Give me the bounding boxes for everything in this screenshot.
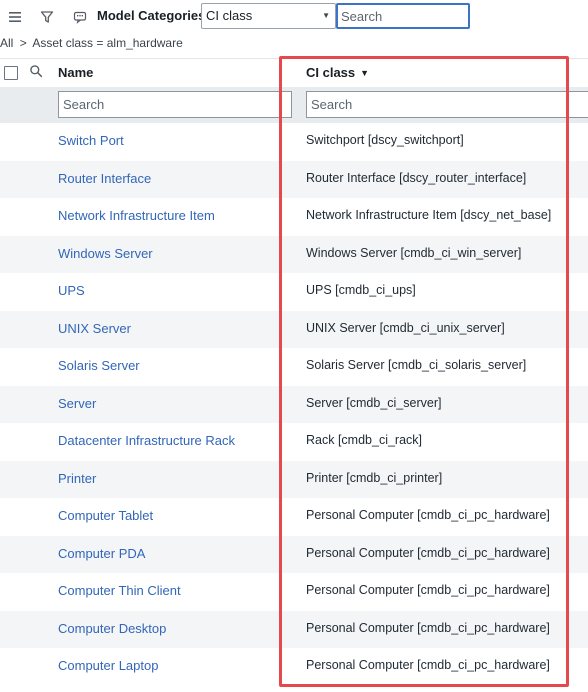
- column-header-name-label: Name: [58, 65, 94, 80]
- filter-icon[interactable]: [37, 7, 57, 27]
- row-ci-class-cell: Rack [cmdb_ci_rack]: [306, 433, 423, 447]
- table-row: Router Interface Router Interface [dscy_r…: [0, 160, 588, 198]
- row-name-link[interactable]: Computer Tablet: [58, 508, 153, 523]
- table-row: Network Infrastructure Item Network Infra…: [0, 198, 588, 236]
- ci-class-column-search-input[interactable]: [306, 91, 588, 118]
- table-row: Solaris Server Solaris Server [cmdb_ci_so…: [0, 348, 588, 386]
- row-name-link[interactable]: Switch Port: [58, 133, 124, 148]
- hamburger-menu-icon[interactable]: [5, 7, 25, 27]
- row-name-link[interactable]: Computer Laptop: [58, 658, 158, 673]
- row-ci-class-cell: UNIX Server [cmdb_ci_unix_server]: [306, 320, 505, 335]
- row-name-link[interactable]: UPS: [58, 283, 85, 298]
- table-row: Windows Server Windows Server [cmdb_ci_wi…: [0, 235, 588, 273]
- row-name-link[interactable]: Network Infrastructure Item: [58, 208, 215, 223]
- row-ci-class-cell: Network Infrastructure Item [dscy_net_ba…: [306, 208, 552, 222]
- search-field-select[interactable]: CI class ▼: [201, 3, 336, 29]
- table-row: Computer Tablet Personal Computer [cmdb_c…: [0, 498, 588, 536]
- table-row: Datacenter Infrastructure Rack Rack [cmdb…: [0, 423, 588, 461]
- column-filter-row: [0, 87, 588, 123]
- table-row: Printer Printer [cmdb_ci_printer]: [0, 460, 588, 498]
- list-toolbar: Model Categories CI class ▼: [0, 0, 588, 34]
- list-context-menu-icon[interactable]: [70, 7, 90, 27]
- table-row: Computer Thin Client Personal Computer [c…: [0, 573, 588, 611]
- breadcrumb: All > Asset class = alm_hardware: [0, 36, 186, 56]
- row-ci-class-cell: Personal Computer [cmdb_ci_pc_hardware]: [306, 545, 550, 560]
- name-column-search-input[interactable]: [58, 91, 292, 118]
- breadcrumb-root-link[interactable]: All: [0, 36, 13, 50]
- select-all-checkbox[interactable]: [4, 66, 18, 80]
- row-name-link[interactable]: Computer Desktop: [58, 621, 166, 636]
- table-body: Switch Port Switchport [dscy_switchport] R…: [0, 123, 588, 686]
- row-ci-class-cell: Printer [cmdb_ci_printer]: [306, 470, 443, 485]
- row-name-link[interactable]: Server: [58, 396, 96, 411]
- table-row: Computer PDA Personal Computer [cmdb_ci_p…: [0, 535, 588, 573]
- row-ci-class-cell: Server [cmdb_ci_server]: [306, 395, 442, 410]
- row-ci-class-cell: Switchport [dscy_switchport]: [306, 133, 464, 147]
- row-name-link[interactable]: Computer PDA: [58, 546, 145, 561]
- row-name-link[interactable]: Windows Server: [58, 246, 153, 261]
- column-header-name[interactable]: Name: [58, 65, 93, 80]
- table-row: Computer Laptop Personal Computer [cmdb_c…: [0, 648, 588, 686]
- column-header-ci-class[interactable]: CI class ▼: [306, 65, 369, 80]
- row-ci-class-cell: Solaris Server [cmdb_ci_solaris_server]: [306, 358, 527, 372]
- table-header-row: Name CI class ▼: [0, 58, 588, 86]
- row-name-link[interactable]: Solaris Server: [58, 358, 140, 373]
- sort-descending-icon: ▼: [360, 68, 370, 78]
- row-ci-class-cell: Router Interface [dscy_router_interface]: [306, 170, 527, 185]
- row-name-link[interactable]: Router Interface: [58, 171, 151, 186]
- list-search-input[interactable]: [336, 3, 470, 29]
- table-row: Server Server [cmdb_ci_server]: [0, 385, 588, 423]
- table-row: UNIX Server UNIX Server [cmdb_ci_unix_ser…: [0, 310, 588, 348]
- column-search-toggle-icon[interactable]: [29, 64, 45, 80]
- row-ci-class-cell: Personal Computer [cmdb_ci_pc_hardware]: [306, 620, 550, 635]
- chevron-down-icon: ▼: [322, 11, 330, 20]
- table-row: UPS UPS [cmdb_ci_ups]: [0, 273, 588, 311]
- row-ci-class-cell: Personal Computer [cmdb_ci_pc_hardware]: [306, 508, 550, 522]
- row-name-link[interactable]: UNIX Server: [58, 321, 131, 336]
- breadcrumb-filter-condition[interactable]: Asset class = alm_hardware: [32, 36, 182, 50]
- row-name-link[interactable]: Computer Thin Client: [58, 583, 181, 598]
- search-field-select-value: CI class: [206, 8, 253, 23]
- row-ci-class-cell: UPS [cmdb_ci_ups]: [306, 283, 416, 297]
- row-ci-class-cell: Personal Computer [cmdb_ci_pc_hardware]: [306, 583, 550, 597]
- row-ci-class-cell: Windows Server [cmdb_ci_win_server]: [306, 245, 522, 260]
- table-row: Switch Port Switchport [dscy_switchport]: [0, 123, 588, 161]
- table-row: Computer Desktop Personal Computer [cmdb_…: [0, 610, 588, 648]
- list-title: Model Categories: [97, 8, 206, 23]
- column-header-ci-class-label: CI class: [306, 65, 356, 80]
- row-name-link[interactable]: Datacenter Infrastructure Rack: [58, 433, 235, 448]
- breadcrumb-separator: >: [19, 36, 27, 50]
- row-name-link[interactable]: Printer: [58, 471, 96, 486]
- row-ci-class-cell: Personal Computer [cmdb_ci_pc_hardware]: [306, 658, 550, 672]
